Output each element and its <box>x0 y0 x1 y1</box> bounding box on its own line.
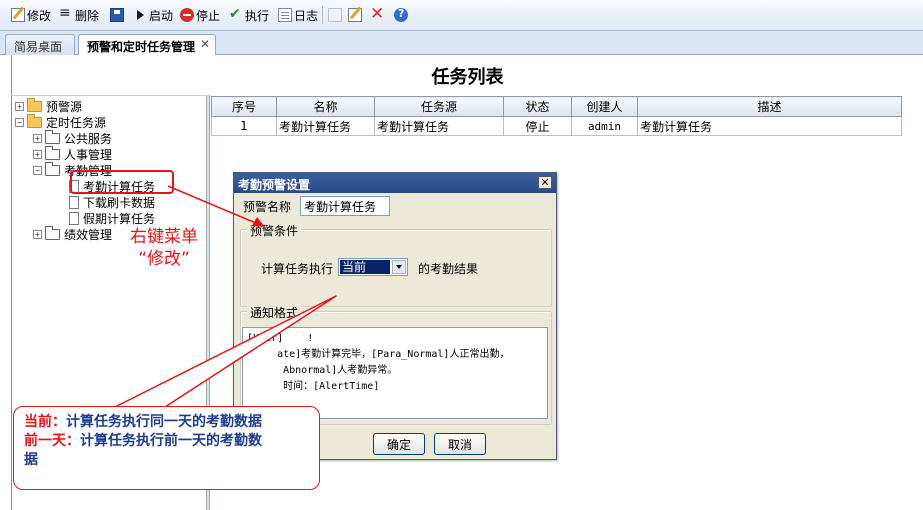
cancel-button[interactable]: 取消 <box>434 433 486 455</box>
folder-icon <box>45 225 60 240</box>
col-name[interactable]: 名称 <box>276 96 375 117</box>
highlight-box <box>70 170 174 194</box>
day-select[interactable]: 当前 <box>338 258 408 276</box>
help-icon <box>394 7 408 22</box>
tab-alert-task-management[interactable]: 预警和定时任务管理 ✕ <box>78 34 216 56</box>
log-icon <box>278 8 292 22</box>
document-icon <box>69 211 79 225</box>
edit-icon <box>11 8 25 22</box>
tab-simple-desktop[interactable]: 简易桌面 <box>5 34 75 55</box>
grid-header-row: 序号 名称 任务源 状态 创建人 描述 <box>211 96 902 117</box>
properties-icon <box>348 8 362 22</box>
task-grid: 序号 名称 任务源 状态 创建人 描述 1 考勤计算任务 考勤计算任务 停止 a… <box>211 96 902 136</box>
save-button[interactable] <box>110 6 126 24</box>
cell-index: 1 <box>211 116 277 136</box>
format-legend: 通知格式 <box>247 304 302 321</box>
start-icon <box>133 8 147 22</box>
properties-button[interactable] <box>348 6 364 24</box>
alert-name-label: 预警名称 <box>243 200 292 214</box>
cell-creator: admin <box>571 116 638 136</box>
dialog-titlebar[interactable]: 考勤预警设置 ✕ <box>234 173 556 193</box>
expand-icon[interactable]: + <box>15 101 24 111</box>
log-button[interactable]: 日志 <box>278 6 318 24</box>
chevron-down-icon[interactable] <box>392 260 406 274</box>
condition-group: 预警条件 计算任务执行 当前 的考勤结果 <box>240 222 552 307</box>
collapse-icon[interactable]: − <box>33 165 42 175</box>
col-index[interactable]: 序号 <box>211 96 277 117</box>
collapse-icon[interactable]: − <box>15 117 24 127</box>
edit-button[interactable]: 修改 <box>11 6 51 24</box>
expand-icon[interactable]: + <box>33 133 42 143</box>
cell-source: 考勤计算任务 <box>374 116 504 136</box>
tree-node-performance[interactable]: + 绩效管理 <box>33 225 112 242</box>
cell-description: 考勤计算任务 <box>637 116 902 136</box>
callout-line-previous: 前一天：计算任务执行前一天的考勤数 <box>24 433 262 449</box>
tab-bar: 简易桌面 预警和定时任务管理 ✕ <box>0 31 923 56</box>
tree-node-hr[interactable]: + 人事管理 <box>33 145 112 162</box>
tree-node-public-service[interactable]: + 公共服务 <box>33 129 112 146</box>
red-x-icon <box>370 4 384 24</box>
disabled-tool-button[interactable] <box>328 6 344 24</box>
condition-prefix: 计算任务执行 <box>261 262 334 276</box>
explanation-callout: 当前：计算任务执行同一天的考勤数据 前一天：计算任务执行前一天的考勤数 据 <box>13 406 320 490</box>
condition-legend: 预警条件 <box>247 222 302 239</box>
condition-suffix: 的考勤结果 <box>418 262 479 276</box>
cell-name: 考勤计算任务 <box>276 116 375 136</box>
folder-open-icon <box>45 161 60 176</box>
help-button[interactable] <box>394 6 410 24</box>
toolbar-separator <box>322 6 323 24</box>
close-icon[interactable]: ✕ <box>538 176 552 189</box>
stop-icon <box>180 8 194 22</box>
expand-icon[interactable]: + <box>33 149 42 159</box>
toolbar: 修改 删除 启动 停止 执行 日志 <box>0 0 923 31</box>
save-icon <box>110 8 124 22</box>
folder-icon <box>27 97 42 112</box>
callout-line-current: 当前：计算任务执行同一天的考勤数据 <box>24 414 262 430</box>
cell-status: 停止 <box>503 116 572 136</box>
disabled-tool-icon <box>328 8 342 22</box>
table-row[interactable]: 1 考勤计算任务 考勤计算任务 停止 admin 考勤计算任务 <box>211 116 902 136</box>
expand-icon[interactable]: + <box>33 229 42 239</box>
callout-line-wrap: 据 <box>24 452 38 468</box>
col-status[interactable]: 状态 <box>503 96 572 117</box>
tree-node-alert-source[interactable]: + 预警源 <box>15 97 82 114</box>
stop-button[interactable]: 停止 <box>180 6 220 24</box>
day-select-value: 当前 <box>340 260 390 274</box>
col-source[interactable]: 任务源 <box>374 96 504 117</box>
delete-button[interactable]: 删除 <box>59 5 99 24</box>
col-creator[interactable]: 创建人 <box>571 96 638 117</box>
execute-button[interactable]: 执行 <box>229 6 269 24</box>
tree-node-holiday-calc[interactable]: 假期计算任务 <box>69 210 155 226</box>
folder-icon <box>45 129 60 144</box>
close-tool-button[interactable] <box>370 4 386 24</box>
start-button[interactable]: 启动 <box>133 6 173 24</box>
folder-open-icon <box>27 113 42 128</box>
delete-icon <box>59 5 73 22</box>
right-click-annotation: 右键菜单 “修改” <box>130 227 198 269</box>
folder-icon <box>45 145 60 160</box>
ok-button[interactable]: 确定 <box>373 433 425 455</box>
document-icon <box>69 195 79 209</box>
page-title: 任务列表 <box>431 67 504 88</box>
execute-icon <box>229 6 243 22</box>
col-description[interactable]: 描述 <box>637 96 902 117</box>
tree-node-timer-source[interactable]: − 定时任务源 <box>15 113 106 130</box>
alert-name-input[interactable] <box>300 196 390 216</box>
tree-node-download-card[interactable]: 下载刷卡数据 <box>69 194 155 210</box>
close-icon[interactable]: ✕ <box>200 37 210 51</box>
